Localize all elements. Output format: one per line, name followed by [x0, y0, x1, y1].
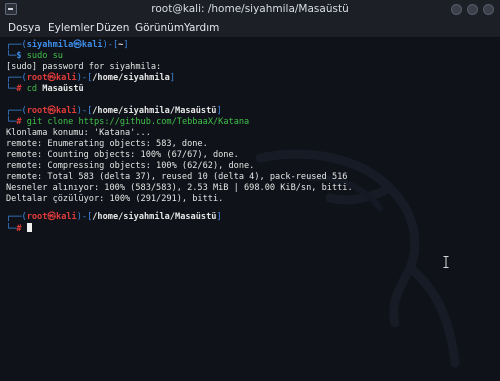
command-line-active[interactable]: └─#	[6, 223, 32, 234]
menu-duzen[interactable]: Düzen	[96, 22, 129, 34]
title-bar[interactable]: root@kali: /home/siyahmila/Masaüstü	[0, 0, 500, 20]
output-clone-7: Deltalar çözülüyor: 100% (291/291), bitt…	[6, 194, 224, 204]
prompt-line-root-desktop: ┌──(root㉿kali)-[/home/siyahmila/Masaüstü…	[6, 106, 222, 116]
command-sudo: sudo su	[26, 51, 63, 61]
output-clone-2: remote: Enumerating objects: 583, done.	[6, 139, 208, 149]
window-title: root@kali: /home/siyahmila/Masaüstü	[151, 3, 349, 15]
menu-bar: Dosya Eylemler Düzen Görünüm Yardım	[0, 20, 500, 38]
menu-eylemler[interactable]: Eylemler	[48, 22, 94, 34]
prompt-line-user: ┌──(siyahmila㉿kali)-[~]	[6, 40, 129, 50]
menu-gorunum[interactable]: Görünüm	[135, 22, 184, 34]
output-clone-5: remote: Total 583 (delta 37), reused 10 …	[6, 172, 348, 182]
output-sudo-password: [sudo] password for siyahmila:	[6, 62, 162, 72]
prompt-line-root-final: ┌──(root㉿kali)-[/home/siyahmila/Masaüstü…	[6, 212, 222, 222]
command-git: git clone https://github.com/TebbaaX/Kat…	[26, 117, 250, 127]
terminal-area[interactable]: ┌──(siyahmila㉿kali)-[~] └─$ sudo su [sud…	[0, 38, 500, 381]
terminal-cursor	[26, 223, 32, 232]
output-clone-4: remote: Compressing objects: 100% (62/62…	[6, 161, 255, 171]
command-line-sudo: └─$ sudo su	[6, 51, 63, 61]
output-clone-1: Klonlama konumu: 'Katana'...	[6, 128, 151, 138]
menu-dosya[interactable]: Dosya	[8, 22, 41, 34]
command-cd-arg: Masaüstü	[42, 84, 84, 94]
menu-yardim[interactable]: Yardım	[184, 22, 219, 34]
close-button[interactable]	[483, 4, 494, 15]
text-cursor-icon	[443, 256, 449, 268]
command-line-git: └─# git clone https://github.com/TebbaaX…	[6, 117, 250, 127]
output-clone-3: remote: Counting objects: 100% (67/67), …	[6, 150, 239, 160]
maximize-button[interactable]	[467, 4, 478, 15]
command-line-cd: └─# cd Masaüstü	[6, 84, 84, 94]
prompt-line-root-home: ┌──(root㉿kali)-[/home/siyahmila]	[6, 73, 176, 83]
output-clone-6: Nesneler alınıyor: 100% (583/583), 2.53 …	[6, 183, 353, 193]
terminal-window: root@kali: /home/siyahmila/Masaüstü Dosy…	[0, 0, 500, 381]
minimize-button[interactable]	[451, 4, 462, 15]
command-cd-verb: cd	[26, 84, 38, 94]
